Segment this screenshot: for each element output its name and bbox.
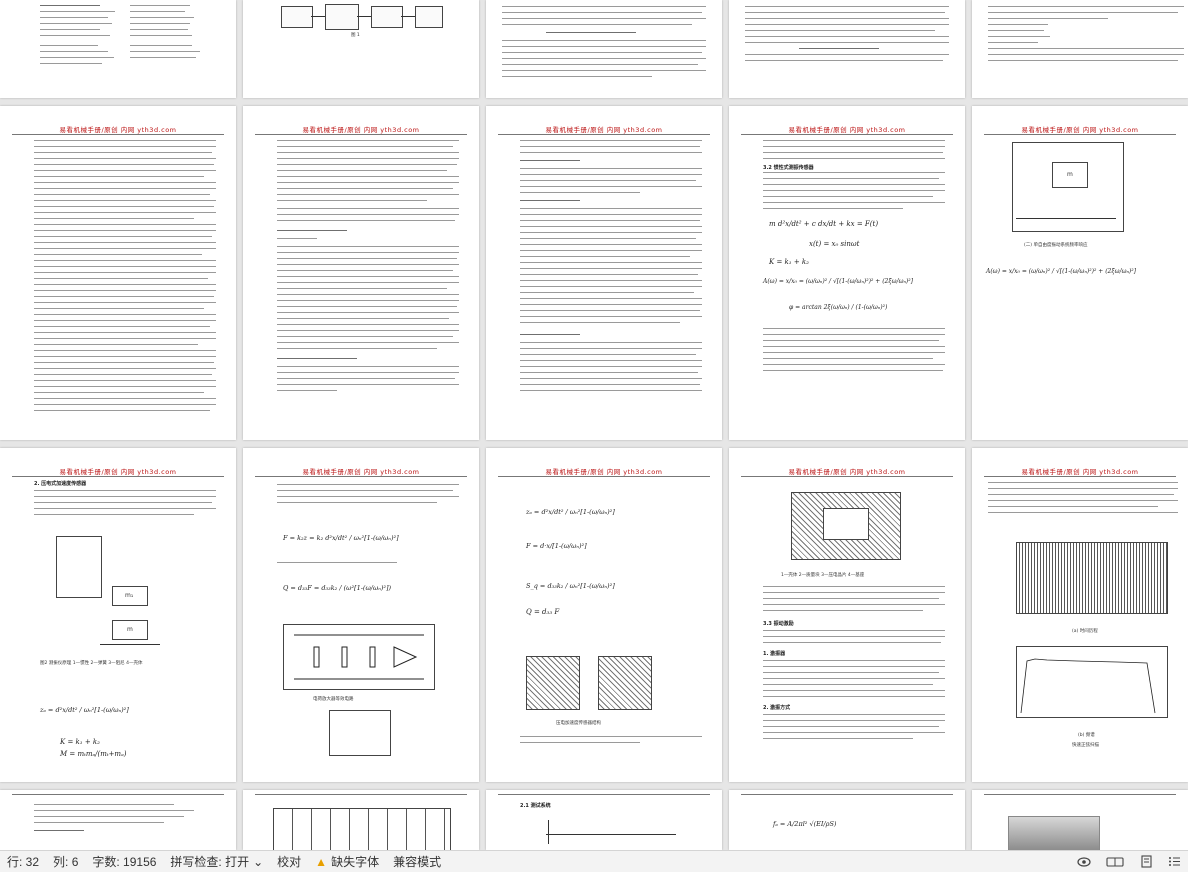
word-count[interactable]: 字数: 19156 — [85, 853, 163, 870]
chevron-down-icon: ⌄ — [253, 854, 264, 869]
page-thumbnail[interactable]: 2.1 测试系统 — [486, 790, 722, 850]
section-heading: 3.3 振动激励 — [763, 621, 794, 627]
section-heading: 2. 压电式加速度传感器 — [34, 481, 87, 487]
figure-caption: 压电加速度传感器结构 — [556, 721, 601, 726]
section-heading: 2.1 测试系统 — [520, 803, 551, 809]
figure-caption: 图 1 — [351, 33, 360, 38]
equation: φ = arctan 2ξ(ω/ωₙ) / (1-(ω/ωₙ)²) — [789, 304, 888, 311]
page-thumbnail[interactable] — [729, 0, 965, 98]
equation: K = k₁ + k₂ — [769, 258, 809, 266]
sensor-cross-section — [598, 656, 652, 710]
page-thumbnail[interactable]: 易看机械手册/原创 内网 yth3d.com 2. 压电式加速度传感器 m₁ m… — [0, 448, 236, 782]
equation: K = k₁ + k₂ — [60, 738, 100, 746]
page-thumbnail[interactable] — [972, 790, 1188, 850]
page-thumbnail[interactable]: 易看机械手册/原创 内网 yth3d.com — [486, 106, 722, 440]
page-thumbnail[interactable]: 易看机械手册/原创 内网 yth3d.com zₐ = d²x/dt² / ωₙ… — [486, 448, 722, 782]
page-header: 易看机械手册/原创 内网 yth3d.com — [545, 468, 663, 476]
data-table — [273, 808, 451, 850]
page-thumbnail[interactable]: 图 1 — [243, 0, 479, 98]
page-header: 易看机械手册/原创 内网 yth3d.com — [788, 468, 906, 476]
page-thumbnail[interactable]: 易看机械手册/原创 内网 yth3d.com — [243, 106, 479, 440]
equation: M = mₜmₐ/(mₜ+mₐ) — [60, 750, 127, 758]
mass-block: m — [1052, 162, 1088, 188]
equation: A(ω) = x/x₀ = (ω/ωₙ)² / √[(1-(ω/ωₙ)²)² +… — [986, 268, 1136, 275]
page-header: 易看机械手册/原创 内网 yth3d.com — [59, 468, 177, 476]
block-diagram — [281, 6, 313, 28]
figure-caption: (a) 时间历程 — [1072, 629, 1098, 634]
spellcheck-label: 拼写检查: 打开 — [170, 855, 250, 869]
page-thumbnail[interactable] — [243, 790, 479, 850]
frequency-spectrum-plot — [1016, 646, 1168, 718]
circuit-diagram — [283, 624, 435, 690]
page-thumbnail[interactable]: 易看机械手册/原创 内网 yth3d.com F = k₂z = k₂ d²x/… — [243, 448, 479, 782]
figure-caption: (二) 单自由度振动系统频率响应 — [1024, 243, 1088, 248]
mass-block — [823, 508, 869, 540]
page-thumbnail[interactable]: 易看机械手册/原创 内网 yth3d.com (a) 时间历程 (b) 频谱 快… — [972, 448, 1188, 782]
figure-caption: 图2 测振仪原理 1—惯性 2—弹簧 3—阻尼 4—壳体 — [40, 661, 143, 666]
circuit-schematic — [294, 634, 424, 680]
page-thumbnail[interactable]: fₐ = A/2πl² √(EI/ρS) — [729, 790, 965, 850]
page-header: 易看机械手册/原创 内网 yth3d.com — [59, 126, 177, 134]
figure-caption: 电荷放大器等效电路 — [313, 697, 354, 702]
equation: A(ω) = x/x₀ = (ω/ωₙ)² / √[(1-(ω/ωₙ)²)² +… — [763, 278, 913, 285]
equation: S_q = d₃₃k₂ / ωₙ²[1-(ω/ωₙ)²] — [526, 582, 615, 590]
page-header: 易看机械手册/原创 内网 yth3d.com — [302, 126, 420, 134]
sensor-diagram — [56, 536, 102, 598]
proofread-button[interactable]: 校对 — [270, 853, 308, 870]
equation: fₐ = A/2πl² √(EI/ρS) — [773, 820, 837, 828]
page-thumbnail[interactable] — [486, 0, 722, 98]
page-thumbnail[interactable] — [972, 0, 1188, 98]
missing-fonts-button[interactable]: ▲ 缺失字体 — [308, 853, 386, 870]
page-thumbnail[interactable] — [0, 0, 236, 98]
page-view-icon[interactable] — [1132, 851, 1160, 872]
spellcheck-toggle[interactable]: 拼写检查: 打开 ⌄ — [163, 853, 270, 870]
block-diagram — [415, 6, 443, 28]
page-header: 易看机械手册/原创 内网 yth3d.com — [1021, 126, 1139, 134]
section-heading: 2. 激振方式 — [763, 705, 791, 711]
equation: zₐ = d²x/dt² / ωₙ²[1-(ω/ωₙ)²] — [40, 706, 129, 714]
time-history-plot — [1016, 542, 1168, 614]
block-diagram — [325, 4, 359, 30]
page-thumbnail[interactable]: 易看机械手册/原创 内网 yth3d.com m (二) 单自由度振动系统频率响… — [972, 106, 1188, 440]
page-thumbnail[interactable]: 易看机械手册/原创 内网 yth3d.com — [0, 106, 236, 440]
section-heading: 3.2 惯性式测振传感器 — [763, 165, 814, 171]
section-heading: 1. 激振器 — [763, 651, 786, 657]
compat-mode-indicator: 兼容模式 — [393, 855, 442, 869]
equation: F = d·x/[1-(ω/ωₙ)²] — [526, 542, 587, 550]
equation: Q = d₃₃ F — [526, 608, 560, 616]
page-thumbnail[interactable]: 易看机械手册/原创 内网 yth3d.com 1—壳体 2—质量块 3—压电晶片… — [729, 448, 965, 782]
equation: Q = d₃₃F = d₃₃k₂ / (ω²[1-(ω/ωₙ)²]) — [283, 584, 392, 592]
equation: x(t) = x₀ sinωt — [809, 240, 860, 248]
mass-block: m — [112, 620, 148, 640]
figure-caption: 1—壳体 2—质量块 3—压电晶片 4—基座 — [781, 573, 865, 578]
outline-view-icon[interactable] — [1160, 851, 1188, 872]
page-thumbnail[interactable]: 易看机械手册/原创 内网 yth3d.com 3.2 惯性式测振传感器 m d²… — [729, 106, 965, 440]
page-header: 易看机械手册/原创 内网 yth3d.com — [1021, 468, 1139, 476]
block-diagram — [371, 6, 403, 28]
reading-mode-icon[interactable] — [1098, 851, 1132, 872]
status-bar: 行: 32 列: 6 字数: 19156 拼写检查: 打开 ⌄ 校对 ▲ 缺失字… — [0, 850, 1188, 872]
figure-caption: 快速正弦扫描 — [1072, 743, 1099, 748]
warning-icon: ▲ — [315, 854, 328, 869]
page-header: 易看机械手册/原创 内网 yth3d.com — [788, 126, 906, 134]
equation: zₐ = d²x/dt² / ωₙ²[1-(ω/ωₙ)²] — [526, 508, 615, 516]
document-pages-view[interactable]: 图 1 易看机械手册/原创 内网 yth3d.com 易看机械手册/原创 内网 … — [0, 0, 1188, 850]
circuit-diagram — [329, 710, 391, 756]
mass-block: m₁ — [112, 586, 148, 606]
sensor-cross-section — [526, 656, 580, 710]
figure-caption: (b) 频谱 — [1078, 733, 1095, 738]
page-header: 易看机械手册/原创 内网 yth3d.com — [545, 126, 663, 134]
eye-protection-icon[interactable] — [1070, 851, 1098, 872]
equation: F = k₂z = k₂ d²x/dt² / ωₙ²[1-(ω/ωₙ)²] — [283, 534, 399, 542]
page-header: 易看机械手册/原创 内网 yth3d.com — [302, 468, 420, 476]
missing-fonts-label: 缺失字体 — [331, 855, 380, 869]
spectrum-curve — [1020, 658, 1156, 714]
instrument-photo — [1008, 816, 1100, 850]
column-indicator: 列: 6 — [53, 855, 79, 869]
page-thumbnail[interactable] — [0, 790, 236, 850]
row-indicator: 行: 32 — [7, 855, 40, 869]
equation: m d²x/dt² + c dx/dt + kx = F(t) — [769, 220, 879, 228]
